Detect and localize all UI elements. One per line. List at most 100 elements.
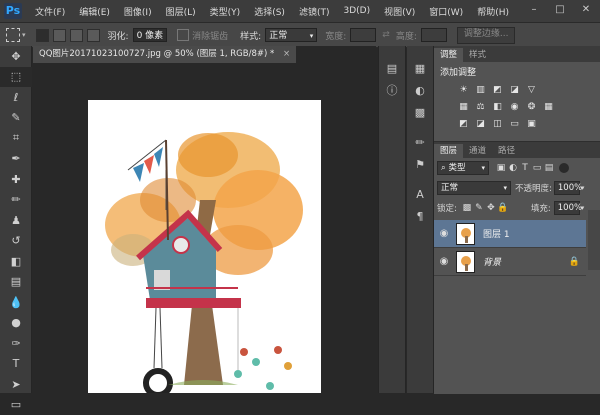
layer-row-1[interactable]: ◉ 图层 1 — [434, 220, 586, 248]
black-white-icon[interactable]: ◧ — [492, 101, 503, 112]
filter-smart-icon[interactable]: ▤ — [543, 162, 555, 174]
refine-edge-button[interactable]: 调整边缘... — [457, 27, 516, 44]
new-selection-icon[interactable] — [36, 29, 49, 42]
filter-toggle[interactable] — [559, 163, 569, 173]
layer-row-background[interactable]: ◉ 背景 🔒 — [434, 248, 586, 276]
invert-icon[interactable]: ◩ — [458, 118, 469, 129]
marquee-preset-icon[interactable] — [6, 28, 20, 42]
color-panel-icon[interactable]: ◐ — [409, 80, 431, 100]
menu-3d[interactable]: 3D(D) — [336, 6, 377, 16]
dodge-icon[interactable]: ● — [0, 313, 32, 334]
eraser-icon[interactable]: ◧ — [0, 251, 32, 272]
layer-kind-select[interactable]: ⌕ 类型▾ — [437, 161, 489, 175]
histogram-panel-icon[interactable]: ▦ — [409, 58, 431, 78]
info-panel-icon[interactable]: ⓘ — [381, 80, 403, 100]
lock-all-icon[interactable]: 🔒 — [497, 202, 509, 214]
lock-image-icon[interactable]: ✎ — [473, 202, 485, 214]
filter-adjust-icon[interactable]: ◐ — [507, 162, 519, 174]
height-input[interactable] — [421, 28, 447, 42]
pen-icon[interactable]: ✑ — [0, 333, 32, 354]
gradient-icon[interactable]: ▤ — [0, 272, 32, 293]
filter-shape-icon[interactable]: ▭ — [531, 162, 543, 174]
selective-color-icon[interactable]: ▣ — [526, 118, 537, 129]
menu-edit[interactable]: 编辑(E) — [72, 5, 117, 18]
intersect-selection-icon[interactable] — [87, 29, 100, 42]
threshold-icon[interactable]: ◫ — [492, 118, 503, 129]
move-icon[interactable]: ✥ — [0, 46, 32, 67]
history-panel-icon[interactable]: ▤ — [381, 58, 403, 78]
antialias-checkbox[interactable] — [177, 29, 189, 41]
menu-help[interactable]: 帮助(H) — [470, 5, 516, 18]
minimize-button[interactable]: – — [522, 2, 546, 16]
brightness-icon[interactable]: ☀ — [458, 84, 469, 95]
visibility-eye-icon[interactable]: ◉ — [434, 256, 454, 267]
healing-icon[interactable]: ✚ — [0, 169, 32, 190]
menu-view[interactable]: 视图(V) — [377, 5, 422, 18]
tab-styles[interactable]: 样式 — [463, 48, 492, 62]
opacity-dropdown-icon[interactable]: ▾ — [581, 184, 585, 192]
style-select[interactable]: 正常▾ — [265, 28, 317, 42]
menu-filter[interactable]: 滤镜(T) — [292, 5, 337, 18]
type-icon[interactable]: T — [0, 354, 32, 375]
swatches-panel-icon[interactable]: ▩ — [409, 102, 431, 122]
blend-mode-select[interactable]: 正常▾ — [437, 181, 511, 195]
vibrance-icon[interactable]: ▽ — [526, 84, 537, 95]
color-lookup-icon[interactable]: ▦ — [543, 101, 554, 112]
history-brush-icon[interactable]: ↺ — [0, 231, 32, 252]
menu-select[interactable]: 选择(S) — [247, 5, 292, 18]
lock-position-icon[interactable]: ✥ — [485, 202, 497, 214]
tool-presets-icon[interactable]: ⚑ — [409, 154, 431, 174]
stamp-icon[interactable]: ♟ — [0, 210, 32, 231]
paragraph-panel-icon[interactable]: ¶ — [409, 206, 431, 226]
menu-layer[interactable]: 图层(L) — [159, 5, 203, 18]
menu-file[interactable]: 文件(F) — [28, 5, 72, 18]
curves-icon[interactable]: ◩ — [492, 84, 503, 95]
maximize-button[interactable]: □ — [548, 2, 572, 16]
hue-saturation-icon[interactable]: ▦ — [458, 101, 469, 112]
brush-icon[interactable]: ✏ — [0, 190, 32, 211]
layers-scrollbar[interactable] — [588, 210, 600, 270]
tab-adjustments[interactable]: 调整 — [434, 48, 463, 62]
close-window-button[interactable]: ✕ — [574, 2, 598, 16]
path-select-icon[interactable]: ➤ — [0, 374, 32, 395]
opacity-input[interactable]: 100% — [554, 181, 580, 195]
tab-layers[interactable]: 图层 — [434, 144, 463, 158]
lasso-icon[interactable]: ℓ — [0, 87, 32, 108]
posterize-icon[interactable]: ◪ — [475, 118, 486, 129]
visibility-eye-icon[interactable]: ◉ — [434, 228, 454, 239]
document-canvas[interactable] — [88, 100, 321, 393]
preset-dropdown-icon[interactable]: ▾ — [22, 31, 26, 39]
photo-filter-icon[interactable]: ◉ — [509, 101, 520, 112]
add-selection-icon[interactable] — [53, 29, 66, 42]
swap-icon[interactable]: ⇄ — [382, 30, 390, 40]
feather-input[interactable]: 0 像素 — [133, 28, 168, 42]
quick-select-icon[interactable]: ✎ — [0, 108, 32, 129]
exposure-icon[interactable]: ◪ — [509, 84, 520, 95]
subtract-selection-icon[interactable] — [70, 29, 83, 42]
character-panel-icon[interactable]: A — [409, 184, 431, 204]
color-balance-icon[interactable]: ⚖ — [475, 101, 486, 112]
menu-image[interactable]: 图像(I) — [117, 5, 159, 18]
width-input[interactable] — [350, 28, 376, 42]
crop-icon[interactable]: ⌗ — [0, 128, 32, 149]
shape-icon[interactable]: ▭ — [0, 395, 32, 415]
blur-icon[interactable]: 💧 — [0, 292, 32, 313]
gradient-map-icon[interactable]: ▭ — [509, 118, 520, 129]
chevron-down-icon: ▾ — [310, 29, 314, 43]
fill-input[interactable]: 100% — [554, 201, 580, 215]
document-tab[interactable]: QQ图片20171023100727.jpg @ 50% (图层 1, RGB/… — [33, 46, 296, 63]
lock-transparent-icon[interactable]: ▩ — [461, 202, 473, 214]
menu-type[interactable]: 类型(Y) — [203, 5, 248, 18]
tab-channels[interactable]: 通道 — [463, 144, 492, 158]
channel-mixer-icon[interactable]: ❂ — [526, 101, 537, 112]
marquee-icon[interactable]: ⬚ — [0, 67, 32, 88]
brush-panel-icon[interactable]: ✏ — [409, 132, 431, 152]
fill-dropdown-icon[interactable]: ▾ — [581, 204, 585, 212]
eyedropper-icon[interactable]: ✒ — [0, 149, 32, 170]
levels-icon[interactable]: ▥ — [475, 84, 486, 95]
filter-pixel-icon[interactable]: ▣ — [495, 162, 507, 174]
close-tab-icon[interactable]: × — [283, 49, 290, 59]
tab-paths[interactable]: 路径 — [492, 144, 521, 158]
filter-type-icon[interactable]: T — [519, 162, 531, 174]
menu-window[interactable]: 窗口(W) — [422, 5, 470, 18]
